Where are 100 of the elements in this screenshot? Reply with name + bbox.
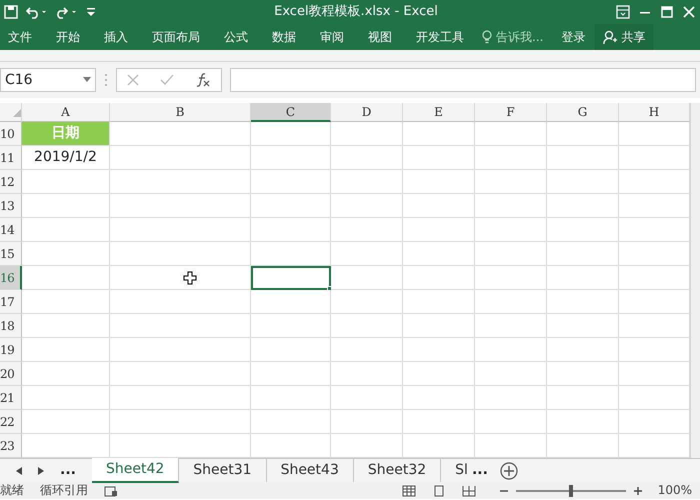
row-header[interactable]: 12 <box>0 170 22 194</box>
ribbon-tab[interactable]: 开发工具 <box>406 24 474 50</box>
row-header[interactable]: 14 <box>0 218 22 242</box>
empty-cell[interactable] <box>403 386 475 410</box>
sheet-tab[interactable]: Sheet42 <box>92 458 180 483</box>
ribbon-tab[interactable]: 视图 <box>358 24 402 50</box>
empty-cell[interactable] <box>110 362 251 386</box>
empty-cell[interactable] <box>331 266 403 290</box>
check-icon[interactable] <box>160 74 174 86</box>
empty-cell[interactable] <box>547 266 619 290</box>
empty-cell[interactable] <box>331 410 403 434</box>
empty-cell[interactable] <box>331 362 403 386</box>
empty-cell[interactable] <box>547 146 619 170</box>
ribbon-tab[interactable]: 公式 <box>214 24 258 50</box>
empty-cell[interactable] <box>251 314 331 338</box>
empty-cell[interactable] <box>251 386 331 410</box>
ribbon-tab[interactable]: 开始 <box>46 24 90 50</box>
function-icon[interactable] <box>194 73 211 87</box>
column-header[interactable]: B <box>110 103 251 122</box>
empty-cell[interactable] <box>251 170 331 194</box>
ribbon-tab[interactable]: 数据 <box>262 24 306 50</box>
cancel-icon[interactable] <box>127 74 140 86</box>
row-header[interactable]: 23 <box>0 434 22 458</box>
empty-cell[interactable] <box>403 410 475 434</box>
empty-cell[interactable] <box>110 266 251 290</box>
row-header[interactable]: 17 <box>0 290 22 314</box>
column-header[interactable]: E <box>403 103 475 122</box>
empty-cell[interactable] <box>547 242 619 266</box>
empty-cell[interactable] <box>547 410 619 434</box>
empty-cell[interactable] <box>251 362 331 386</box>
add-sheet-icon[interactable] <box>500 462 518 480</box>
empty-cell[interactable] <box>403 314 475 338</box>
scroll-left-icon[interactable] <box>16 466 22 474</box>
empty-cell[interactable] <box>403 146 475 170</box>
login-link[interactable]: 登录 <box>551 24 596 50</box>
empty-cell[interactable] <box>403 362 475 386</box>
empty-cell[interactable] <box>110 290 251 314</box>
empty-cell[interactable] <box>110 410 251 434</box>
row-header[interactable]: 18 <box>0 314 22 338</box>
sheet-tab[interactable]: Sl <box>441 459 472 482</box>
normal-view-icon[interactable] <box>402 484 416 496</box>
empty-cell[interactable] <box>547 194 619 218</box>
empty-cell[interactable] <box>331 242 403 266</box>
empty-cell[interactable] <box>403 290 475 314</box>
empty-cell[interactable] <box>547 218 619 242</box>
empty-cell[interactable] <box>403 170 475 194</box>
empty-cell[interactable] <box>251 218 331 242</box>
zoom-slider-thumb[interactable] <box>568 484 573 496</box>
empty-cell[interactable] <box>475 314 547 338</box>
empty-cell[interactable] <box>251 146 331 170</box>
empty-cell[interactable] <box>475 290 547 314</box>
empty-cell[interactable] <box>403 194 475 218</box>
maximize-icon[interactable] <box>660 5 674 19</box>
redo-icon[interactable] <box>56 5 78 19</box>
zoom-level[interactable]: 100% <box>658 482 692 499</box>
empty-cell[interactable] <box>403 338 475 362</box>
row-header[interactable]: 16 <box>0 266 22 290</box>
empty-cell[interactable] <box>251 410 331 434</box>
empty-cell[interactable] <box>403 242 475 266</box>
empty-cell[interactable] <box>475 170 547 194</box>
macro-record-icon[interactable] <box>104 484 118 496</box>
empty-cell[interactable] <box>547 386 619 410</box>
empty-cell[interactable] <box>475 194 547 218</box>
ribbon-tab[interactable]: 插入 <box>94 24 138 50</box>
page-break-icon[interactable] <box>462 484 476 496</box>
vertical-scrollbar[interactable] <box>690 103 700 458</box>
customize-icon[interactable] <box>86 6 96 18</box>
empty-cell[interactable] <box>331 170 403 194</box>
empty-cell[interactable] <box>331 146 403 170</box>
column-header[interactable]: A <box>22 103 110 122</box>
empty-cell[interactable] <box>475 242 547 266</box>
empty-cell[interactable] <box>110 218 251 242</box>
column-header[interactable]: C <box>251 103 331 122</box>
formula-input[interactable] <box>230 68 696 92</box>
empty-cell[interactable] <box>547 362 619 386</box>
empty-cell[interactable] <box>403 122 475 146</box>
row-header[interactable]: 11 <box>0 146 22 170</box>
scroll-right-icon[interactable] <box>38 466 44 474</box>
page-layout-icon[interactable] <box>432 484 446 496</box>
empty-cell[interactable] <box>110 338 251 362</box>
more-sheets-button[interactable]: ... <box>60 460 76 481</box>
empty-cell[interactable] <box>331 386 403 410</box>
select-all-corner[interactable] <box>0 103 22 122</box>
empty-cell[interactable] <box>475 218 547 242</box>
row-header[interactable]: 10 <box>0 122 22 146</box>
selected-cell[interactable] <box>251 266 331 290</box>
empty-cell[interactable] <box>110 314 251 338</box>
column-header[interactable]: H <box>619 103 690 122</box>
empty-cell[interactable] <box>331 338 403 362</box>
empty-cell[interactable] <box>547 314 619 338</box>
empty-cell[interactable] <box>475 266 547 290</box>
empty-cell[interactable] <box>403 266 475 290</box>
column-header[interactable]: D <box>331 103 403 122</box>
share-button[interactable]: 共享 <box>595 24 654 50</box>
ribbon-tab[interactable]: 页面布局 <box>142 24 210 50</box>
empty-cell[interactable] <box>110 242 251 266</box>
empty-cell[interactable] <box>475 146 547 170</box>
row-header[interactable]: 22 <box>0 410 22 434</box>
empty-cell[interactable] <box>547 122 619 146</box>
zoom-in-icon[interactable] <box>634 486 642 494</box>
